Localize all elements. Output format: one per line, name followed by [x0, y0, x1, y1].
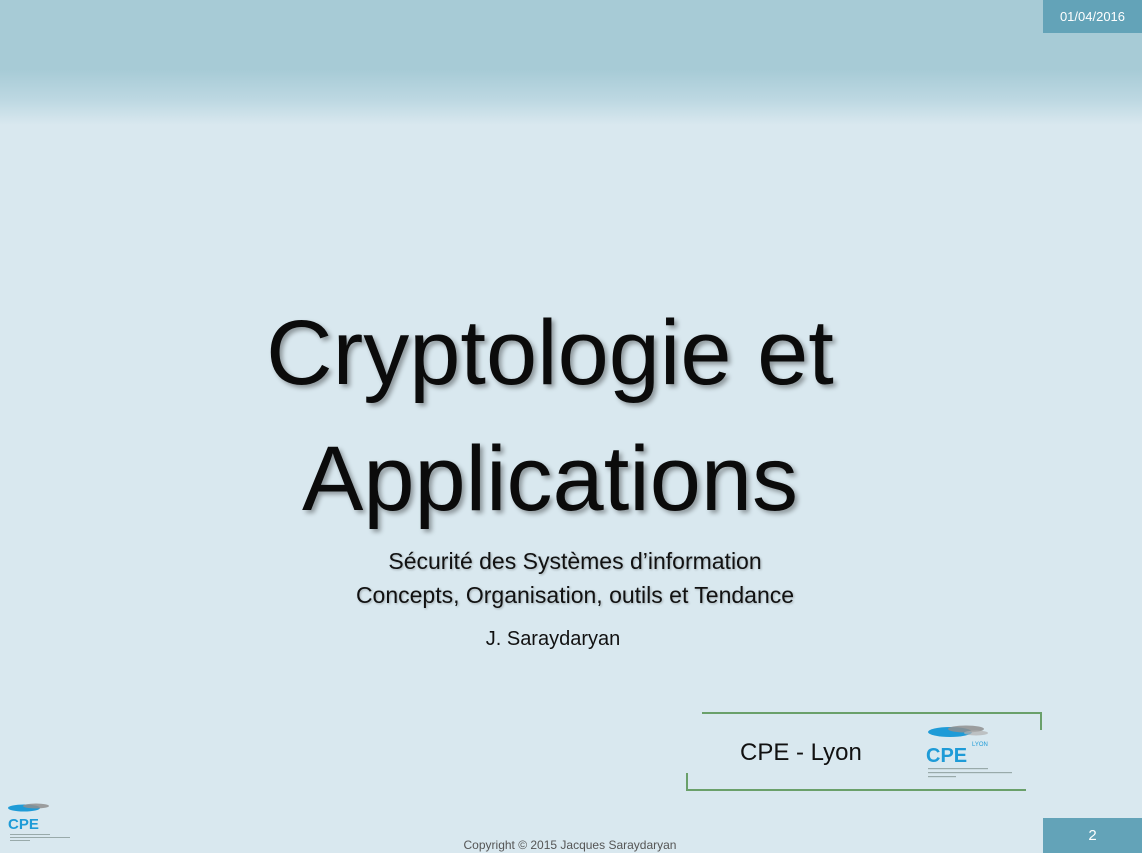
frame-line-bottom — [686, 789, 1026, 791]
frame-line-right — [1040, 712, 1042, 730]
date-badge: 01/04/2016 — [1043, 0, 1142, 33]
page-number-badge: 2 — [1043, 818, 1142, 853]
slide-title: Cryptologie et Applications — [200, 290, 900, 542]
title-line-2: Applications — [301, 428, 799, 530]
page-number: 2 — [1088, 827, 1097, 844]
subtitle-line-2: Concepts, Organisation, outils et Tendan… — [355, 582, 795, 608]
logo-city-text: LYON — [972, 742, 988, 748]
title-line-1: Cryptologie et — [266, 302, 834, 404]
date-text: 01/04/2016 — [1059, 9, 1126, 24]
institution-label: CPE - Lyon — [740, 739, 862, 766]
cpe-logo-small-icon: CPE — [8, 803, 70, 841]
copyright-text: Copyright © 2015 Jacques Saraydaryan — [463, 838, 677, 852]
subtitle-line-1: Sécurité des Systèmes d’information — [388, 548, 762, 574]
cpe-logo-icon: LYON CPE — [926, 725, 1012, 778]
frame-line-top — [702, 712, 1042, 714]
header-band — [0, 0, 1142, 125]
author-name: J. Saraydaryan — [485, 628, 621, 650]
frame-line-left — [686, 773, 688, 791]
logo-text: CPE — [926, 745, 967, 767]
logo-small-text: CPE — [8, 816, 39, 833]
